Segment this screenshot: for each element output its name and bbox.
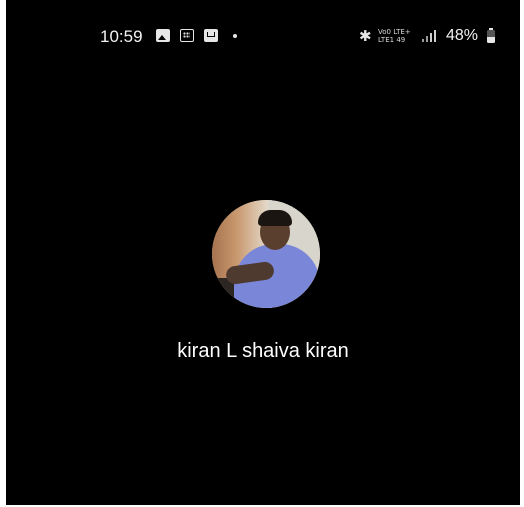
signal-icon — [422, 30, 436, 42]
battery-percent: 48% — [446, 27, 479, 44]
network-type: Vo0 LTE+ LTE1 49 — [378, 28, 411, 44]
status-bar: 10:59 ✱ Vo0 LTE+ LTE1 49 48% — [6, 24, 520, 50]
status-time: 10:59 — [100, 27, 143, 46]
calculator-icon — [180, 29, 194, 42]
gallery-icon — [156, 29, 170, 42]
mail-icon — [204, 29, 218, 42]
dot-icon — [233, 34, 237, 38]
network-line-1: Vo0 LTE+ — [378, 28, 411, 36]
bluetooth-icon: ✱ — [359, 28, 372, 45]
contact-name: kiran L shaiva kiran — [177, 340, 349, 362]
avatar — [212, 200, 320, 308]
battery-icon — [487, 28, 495, 43]
call-screen: 10:59 ✱ Vo0 LTE+ LTE1 49 48% kiran L sha… — [6, 0, 520, 505]
network-line-2: LTE1 49 — [378, 36, 406, 44]
